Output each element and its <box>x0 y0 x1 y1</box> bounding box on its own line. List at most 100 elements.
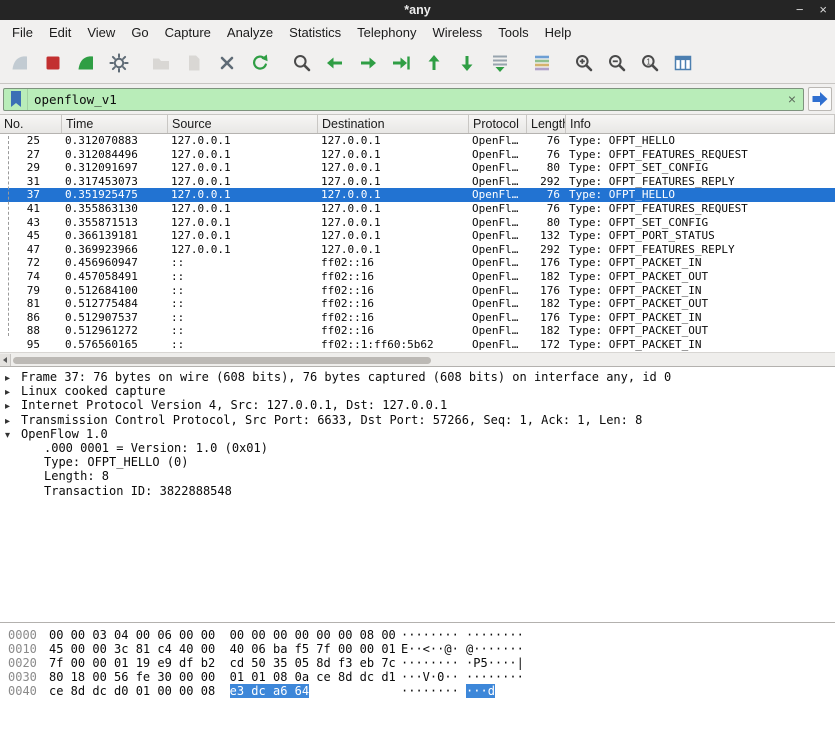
packet-row-45[interactable]: 45 0.366139181 127.0.0.1 127.0.0.1 OpenFl… 13… <box>0 229 835 243</box>
collapsed-arrow-icon[interactable]: ▸ <box>5 372 21 384</box>
zoom-out-button[interactable] <box>602 50 631 79</box>
filter-bookmark-icon[interactable] <box>4 88 28 110</box>
capture-stop-button[interactable] <box>38 50 67 79</box>
cell-proto: OpenFl… <box>472 188 519 202</box>
hex-bytes: 7f 00 00 01 19 e9 df b2 cd 50 35 05 8d f… <box>49 656 396 670</box>
horizontal-scrollbar[interactable] <box>0 352 835 366</box>
detail-line[interactable]: Length: 8 <box>0 469 835 483</box>
go-forward-button[interactable] <box>353 50 382 79</box>
detail-line[interactable]: ▸ Linux cooked capture <box>0 384 835 398</box>
filter-text[interactable]: openflow_v1 <box>28 92 781 107</box>
packet-row-95[interactable]: 95 0.576560165:: ff02::1:ff60:5b62 OpenFl… 1… <box>0 338 835 352</box>
packet-row-47[interactable]: 47 0.369923966 127.0.0.1 127.0.0.1 OpenFl… 29… <box>0 243 835 257</box>
cell-src: :: <box>171 324 185 338</box>
detail-line[interactable]: ▸ Frame 37: 76 bytes on wire (608 bits), … <box>0 370 835 384</box>
detail-line[interactable]: Type: OFPT_HELLO (0) <box>0 455 835 469</box>
collapsed-arrow-icon[interactable]: ▸ <box>5 415 21 427</box>
packet-row-88[interactable]: 88 0.512961272:: ff02::16 OpenFl… 182 Type: O… <box>0 324 835 338</box>
cell-len: 292 <box>540 174 560 188</box>
detail-line[interactable]: ▾ OpenFlow 1.0 <box>0 427 835 441</box>
cell-dst: 127.0.0.1 <box>321 188 381 202</box>
hex-row-0000[interactable]: 0000 00 00 03 04 00 06 00 00 00 00 00 00 … <box>8 628 835 642</box>
go-first-button[interactable] <box>419 50 448 79</box>
menu-item-analyze[interactable]: Analyze <box>219 20 281 46</box>
column-header-source[interactable]: Source <box>168 115 318 133</box>
colorize-button[interactable] <box>527 50 556 79</box>
expanded-arrow-icon[interactable]: ▾ <box>5 429 21 441</box>
menu-item-telephony[interactable]: Telephony <box>349 20 424 46</box>
filter-clear-icon[interactable]: × <box>781 91 803 107</box>
hex-row-0020[interactable]: 0020 7f 00 00 01 19 e9 df b2 cd 50 35 05 … <box>8 656 835 670</box>
cell-no: 74 <box>26 269 40 283</box>
cell-no: 72 <box>26 256 40 270</box>
packet-row-74[interactable]: 74 0.457058491:: ff02::16 OpenFl… 182 Type: O… <box>0 270 835 284</box>
display-filter-input[interactable]: openflow_v1 × <box>3 87 804 111</box>
column-header-info[interactable]: Info <box>566 115 835 133</box>
go-forward-icon <box>357 52 379 77</box>
hex-row-0040[interactable]: 0040 ce 8d dc d0 01 00 00 08 e3 dc a6 64 ·… <box>8 684 835 698</box>
resize-columns-button[interactable] <box>668 50 697 79</box>
packet-row-31[interactable]: 31 0.317453073 127.0.0.1 127.0.0.1 OpenFl… 29… <box>0 175 835 189</box>
zoom-in-button[interactable] <box>569 50 598 79</box>
menu-item-wireless[interactable]: Wireless <box>424 20 490 46</box>
detail-line[interactable]: ▸ Transmission Control Protocol, Src Port… <box>0 413 835 427</box>
auto-scroll-button[interactable] <box>485 50 514 79</box>
packet-row-27[interactable]: 27 0.312084496 127.0.0.1 127.0.0.1 OpenFl… 76… <box>0 148 835 162</box>
column-header-destination[interactable]: Destination <box>318 115 469 133</box>
menu-item-capture[interactable]: Capture <box>157 20 219 46</box>
cell-proto: OpenFl… <box>472 215 519 229</box>
save-file-button <box>179 50 208 79</box>
cell-no: 25 <box>26 134 40 147</box>
detail-line[interactable]: Transaction ID: 3822888548 <box>0 484 835 498</box>
go-last-button[interactable] <box>452 50 481 79</box>
detail-line[interactable]: ▸ Internet Protocol Version 4, Src: 127.0… <box>0 398 835 412</box>
menu-item-view[interactable]: View <box>79 20 123 46</box>
packet-row-43[interactable]: 43 0.355871513 127.0.0.1 127.0.0.1 OpenFl… 80… <box>0 216 835 230</box>
close-button-icon[interactable]: × <box>819 0 827 20</box>
cell-info: Type: OFPT_HELLO <box>569 188 675 202</box>
ascii-bytes: E··<··@· @······· <box>401 642 524 656</box>
scrollbar-thumb[interactable] <box>13 356 431 364</box>
scroll-left-stepper[interactable] <box>0 354 11 366</box>
find-packet-button[interactable] <box>287 50 316 79</box>
column-header-protocol[interactable]: Protocol <box>469 115 527 133</box>
cell-no: 95 <box>26 337 40 351</box>
window-controls: − × <box>796 0 827 20</box>
capture-restart-button[interactable] <box>71 50 100 79</box>
packet-row-81[interactable]: 81 0.512775484:: ff02::16 OpenFl… 182 Type: O… <box>0 297 835 311</box>
cell-src: :: <box>171 310 185 324</box>
packet-row-72[interactable]: 72 0.456960947:: ff02::16 OpenFl… 176 Type: O… <box>0 256 835 270</box>
menu-item-tools[interactable]: Tools <box>490 20 536 46</box>
menu-item-file[interactable]: File <box>4 20 41 46</box>
packet-row-25[interactable]: 25 0.312070883 127.0.0.1 127.0.0.1 OpenFl… 76… <box>0 134 835 148</box>
menu-item-help[interactable]: Help <box>537 20 580 46</box>
hex-row-0030[interactable]: 0030 80 18 00 56 fe 30 00 00 01 01 08 0a … <box>8 670 835 684</box>
column-header-no[interactable]: No. <box>0 115 62 133</box>
packet-row-37[interactable]: 37 0.351925475 127.0.0.1 127.0.0.1 OpenFl… 76… <box>0 188 835 202</box>
packet-row-79[interactable]: 79 0.512684100:: ff02::16 OpenFl… 176 Type: O… <box>0 284 835 298</box>
go-to-packet-button[interactable] <box>386 50 415 79</box>
packet-row-86[interactable]: 86 0.512907537:: ff02::16 OpenFl… 176 Type: O… <box>0 311 835 325</box>
packet-row-29[interactable]: 29 0.312091697 127.0.0.1 127.0.0.1 OpenFl… 80… <box>0 161 835 175</box>
column-header-length[interactable]: Length <box>527 115 566 133</box>
cell-info: Type: OFPT_FEATURES_REQUEST <box>569 147 748 161</box>
go-back-button[interactable] <box>320 50 349 79</box>
open-file-icon <box>150 52 172 77</box>
filter-apply-button[interactable] <box>808 87 832 111</box>
capture-start-button <box>5 50 34 79</box>
menu-item-go[interactable]: Go <box>123 20 156 46</box>
zoom-original-button[interactable]: 1 <box>635 50 664 79</box>
detail-line[interactable]: .000 0001 = Version: 1.0 (0x01) <box>0 441 835 455</box>
hex-row-0010[interactable]: 0010 45 00 00 3c 81 c4 40 00 40 06 ba f5 … <box>8 642 835 656</box>
zoom-out-icon <box>606 52 628 77</box>
minimize-button-icon[interactable]: − <box>796 0 804 20</box>
menu-item-edit[interactable]: Edit <box>41 20 79 46</box>
column-header-time[interactable]: Time <box>62 115 168 133</box>
capture-options-button[interactable] <box>104 50 133 79</box>
close-file-button[interactable] <box>212 50 241 79</box>
collapsed-arrow-icon[interactable]: ▸ <box>5 400 21 412</box>
reload-file-button[interactable] <box>245 50 274 79</box>
packet-row-41[interactable]: 41 0.355863130 127.0.0.1 127.0.0.1 OpenFl… 76… <box>0 202 835 216</box>
collapsed-arrow-icon[interactable]: ▸ <box>5 386 21 398</box>
menu-item-statistics[interactable]: Statistics <box>281 20 349 46</box>
